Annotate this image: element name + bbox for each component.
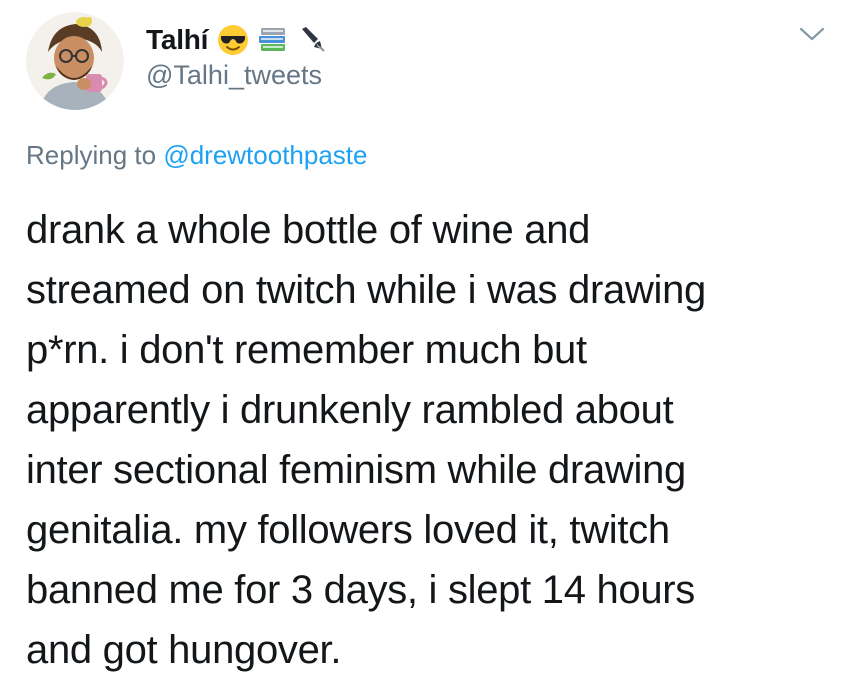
tweet-line: apparently i drunkenly rambled about — [26, 388, 674, 432]
tweet-line: and got hungover. — [26, 628, 342, 672]
tweet-text: drank a whole bottle of wine and streame… — [26, 200, 826, 680]
tweet-line: drank a whole bottle of wine and — [26, 208, 591, 252]
reply-prefix: Replying to — [26, 140, 157, 170]
tweet-line: p*rn. i don't remember much but — [26, 328, 587, 372]
tweet-line: genitalia. my followers loved it, twitch — [26, 508, 670, 552]
display-name[interactable]: Talhí — [146, 24, 208, 56]
tweet-line: banned me for 3 days, i slept 14 hours — [26, 568, 696, 612]
author-handle[interactable]: @Talhi_tweets — [146, 60, 322, 91]
reply-context: Replying to @drewtoothpaste — [26, 140, 368, 171]
sunglasses-face-emoji — [216, 23, 250, 57]
tweet-line: streamed on twitch while i was drawing — [26, 268, 707, 312]
avatar[interactable] — [26, 12, 124, 110]
tweet-line: inter sectional feminism while drawing — [26, 448, 686, 492]
books-emoji — [256, 23, 290, 57]
author-name-row: Talhí — [146, 20, 330, 60]
reply-mention-link[interactable]: @drewtoothpaste — [163, 140, 367, 170]
fountain-pen-emoji — [296, 23, 330, 57]
avatar-illustration — [26, 12, 124, 110]
tweet-card: Talhí @Talhi_tweets Replying to @drewtoo… — [0, 0, 852, 682]
chevron-down-icon[interactable] — [798, 24, 826, 44]
